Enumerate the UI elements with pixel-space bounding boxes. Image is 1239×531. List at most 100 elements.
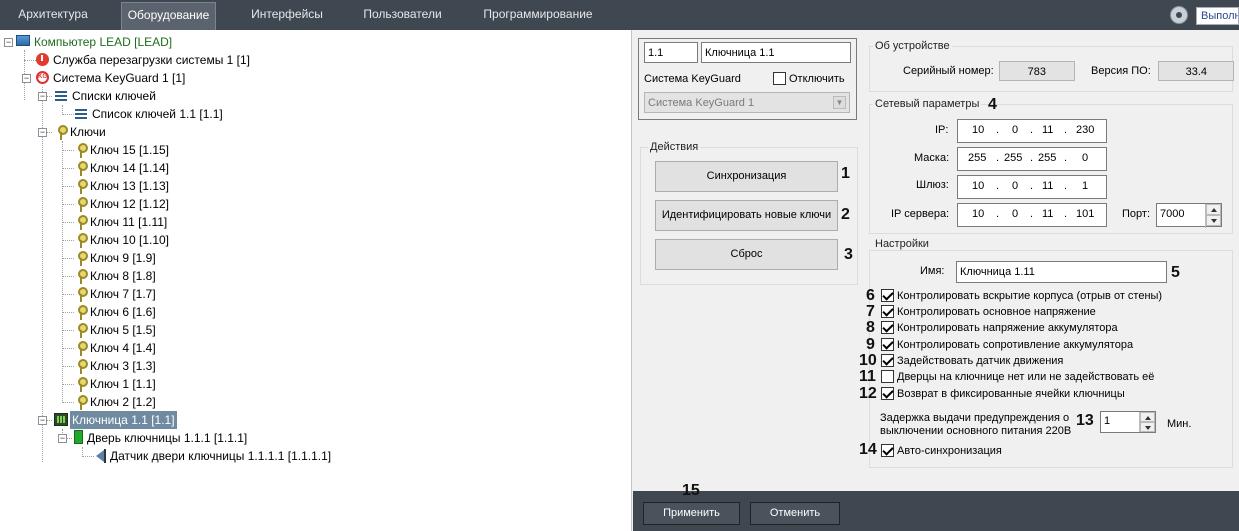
key-box-icon (54, 413, 68, 426)
key-icon (76, 196, 88, 212)
delay-spinner[interactable] (1139, 412, 1155, 432)
spin-down-icon[interactable] (1206, 215, 1221, 226)
tree-node-key[interactable]: Ключ 1 [1.1] (76, 375, 158, 393)
tree-node-key[interactable]: Ключ 7 [1.7] (76, 285, 158, 303)
callout-14: 14 (859, 441, 877, 458)
gateway-label: Шлюз: (916, 179, 949, 191)
port-label: Порт: (1122, 208, 1150, 220)
tree-node-key[interactable]: Ключ 11 [1.11] (76, 213, 169, 231)
firmware-label: Версия ПО: (1091, 65, 1151, 77)
callout-5: 5 (1171, 264, 1180, 281)
callout-11: 11 (859, 368, 876, 385)
server-ip-input[interactable]: 10. 0. 11. 101 (957, 203, 1107, 227)
tab-users[interactable]: Пользователи (355, 0, 450, 30)
object-id-field[interactable]: 1.1 (644, 42, 698, 63)
setting-checkbox-label: Задействовать датчик движения (897, 355, 1064, 367)
settings-gear-icon[interactable] (1170, 6, 1188, 24)
collapse-door-toggle[interactable]: − (58, 434, 67, 443)
tree-node-door-sensor[interactable]: Датчик двери ключницы 1.1.1.1 [1.1.1.1] (94, 447, 333, 465)
tree-node-key[interactable]: Ключ 13 [1.13] (76, 177, 171, 195)
tree-node-reboot-service[interactable]: Служба перезагрузки системы 1 [1] (36, 51, 252, 69)
settings-name-input[interactable]: Ключница 1.11 (956, 261, 1167, 283)
key-icon (76, 304, 88, 320)
cancel-button[interactable]: Отменить (750, 502, 840, 525)
setting-checkbox[interactable] (881, 289, 894, 302)
tree-node-keyguard-system[interactable]: KG Система KeyGuard 1 [1] (36, 69, 187, 87)
tree-node-keys[interactable]: Ключи (56, 123, 108, 141)
hardware-tree: − Компьютер LEAD [LEAD] Служба перезагру… (0, 30, 632, 531)
tree-node-key[interactable]: Ключ 5 [1.5] (76, 321, 158, 339)
callout-12: 12 (859, 385, 877, 402)
autosync-label: Авто-синхронизация (897, 445, 1002, 457)
tree-node-key[interactable]: Ключ 10 [1.10] (76, 231, 171, 249)
tree-node-computer[interactable]: Компьютер LEAD [LEAD] (16, 33, 174, 51)
setting-checkbox[interactable] (881, 387, 894, 400)
network-title: Сетевый параметры (873, 98, 982, 110)
tree-node-key[interactable]: Ключ 6 [1.6] (76, 303, 158, 321)
tree-node-key-list-1[interactable]: Список ключей 1.1 [1.1] (74, 105, 225, 123)
object-name-field[interactable]: Ключница 1.1 (701, 42, 851, 63)
callout-1: 1 (841, 165, 850, 182)
delay-unit: Мин. (1167, 418, 1192, 430)
callout-3: 3 (844, 246, 853, 263)
collapse-key-lists-toggle[interactable]: − (38, 92, 47, 101)
parent-select[interactable]: Система KeyGuard 1 ▼ (644, 92, 850, 113)
spin-up-icon[interactable] (1140, 412, 1155, 422)
apply-button[interactable]: Применить (643, 502, 740, 525)
actions-title: Действия (648, 141, 701, 153)
setting-checkbox[interactable] (881, 370, 894, 383)
port-spinner[interactable] (1205, 204, 1221, 228)
setting-checkbox[interactable] (881, 338, 894, 351)
mask-input[interactable]: 255. 255. 255. 0 (957, 147, 1107, 171)
spin-down-icon[interactable] (1140, 422, 1155, 432)
tab-architecture[interactable]: Архитектура (8, 0, 98, 30)
key-icon (76, 142, 88, 158)
keyguard-icon: KG (36, 71, 49, 84)
collapse-keys-toggle[interactable]: − (38, 128, 47, 137)
tree-node-key[interactable]: Ключ 4 [1.4] (76, 339, 158, 357)
ip-input[interactable]: 10. 0. 11. 230 (957, 119, 1107, 143)
name-label: Имя: (920, 265, 945, 277)
tab-equipment[interactable]: Оборудование (121, 2, 216, 30)
key-icon (76, 286, 88, 302)
tree-node-key-lists[interactable]: Списки ключей (54, 87, 158, 105)
tree-node-door[interactable]: Дверь ключницы 1.1.1 [1.1.1] (74, 429, 249, 447)
key-icon (76, 322, 88, 338)
tree-node-key[interactable]: Ключ 12 [1.12] (76, 195, 171, 213)
power-icon (36, 53, 49, 66)
spin-up-icon[interactable] (1206, 204, 1221, 215)
run-button[interactable]: Выполн (1196, 7, 1239, 25)
tree-node-key[interactable]: Ключ 15 [1.15] (76, 141, 171, 159)
setting-checkbox[interactable] (881, 354, 894, 367)
setting-checkbox-label: Контролировать сопротивление аккумулятор… (897, 339, 1134, 351)
setting-checkbox-label: Контролировать вскрытие корпуса (отрыв о… (897, 290, 1163, 302)
disable-checkbox[interactable] (773, 72, 786, 85)
collapse-box-toggle[interactable]: − (38, 416, 47, 425)
tree-node-key[interactable]: Ключ 8 [1.8] (76, 267, 158, 285)
list-icon (74, 106, 88, 122)
setting-checkbox[interactable] (881, 305, 894, 318)
door-icon (74, 430, 83, 444)
gateway-input[interactable]: 10. 0. 11. 1 (957, 175, 1107, 199)
tab-interfaces[interactable]: Интерфейсы (242, 0, 332, 30)
tab-programming[interactable]: Программирование (476, 0, 600, 30)
callout-15: 15 (682, 482, 700, 499)
key-icon (76, 358, 88, 374)
reset-button[interactable]: Сброс (655, 239, 838, 270)
setting-checkbox-label: Возврат в фиксированные ячейки ключницы (897, 388, 1125, 400)
port-input[interactable]: 7000 (1156, 203, 1222, 228)
identify-keys-button[interactable]: Идентифицировать новые ключи (655, 200, 838, 231)
autosync-checkbox[interactable] (881, 444, 894, 457)
key-icon (76, 394, 88, 410)
delay-input[interactable]: 1 (1100, 411, 1156, 433)
collapse-keyguard-toggle[interactable]: − (22, 74, 31, 83)
setting-checkbox-label: Контролировать основное напряжение (897, 306, 1096, 318)
tree-node-key-box[interactable]: Ключница 1.1 [1.1] (54, 411, 177, 429)
tree-node-key[interactable]: Ключ 3 [1.3] (76, 357, 158, 375)
sync-button[interactable]: Синхронизация (655, 161, 838, 192)
tree-node-key[interactable]: Ключ 2 [1.2] (76, 393, 158, 411)
collapse-root-toggle[interactable]: − (4, 38, 13, 47)
tree-node-key[interactable]: Ключ 9 [1.9] (76, 249, 158, 267)
setting-checkbox[interactable] (881, 321, 894, 334)
tree-node-key[interactable]: Ключ 14 [1.14] (76, 159, 171, 177)
